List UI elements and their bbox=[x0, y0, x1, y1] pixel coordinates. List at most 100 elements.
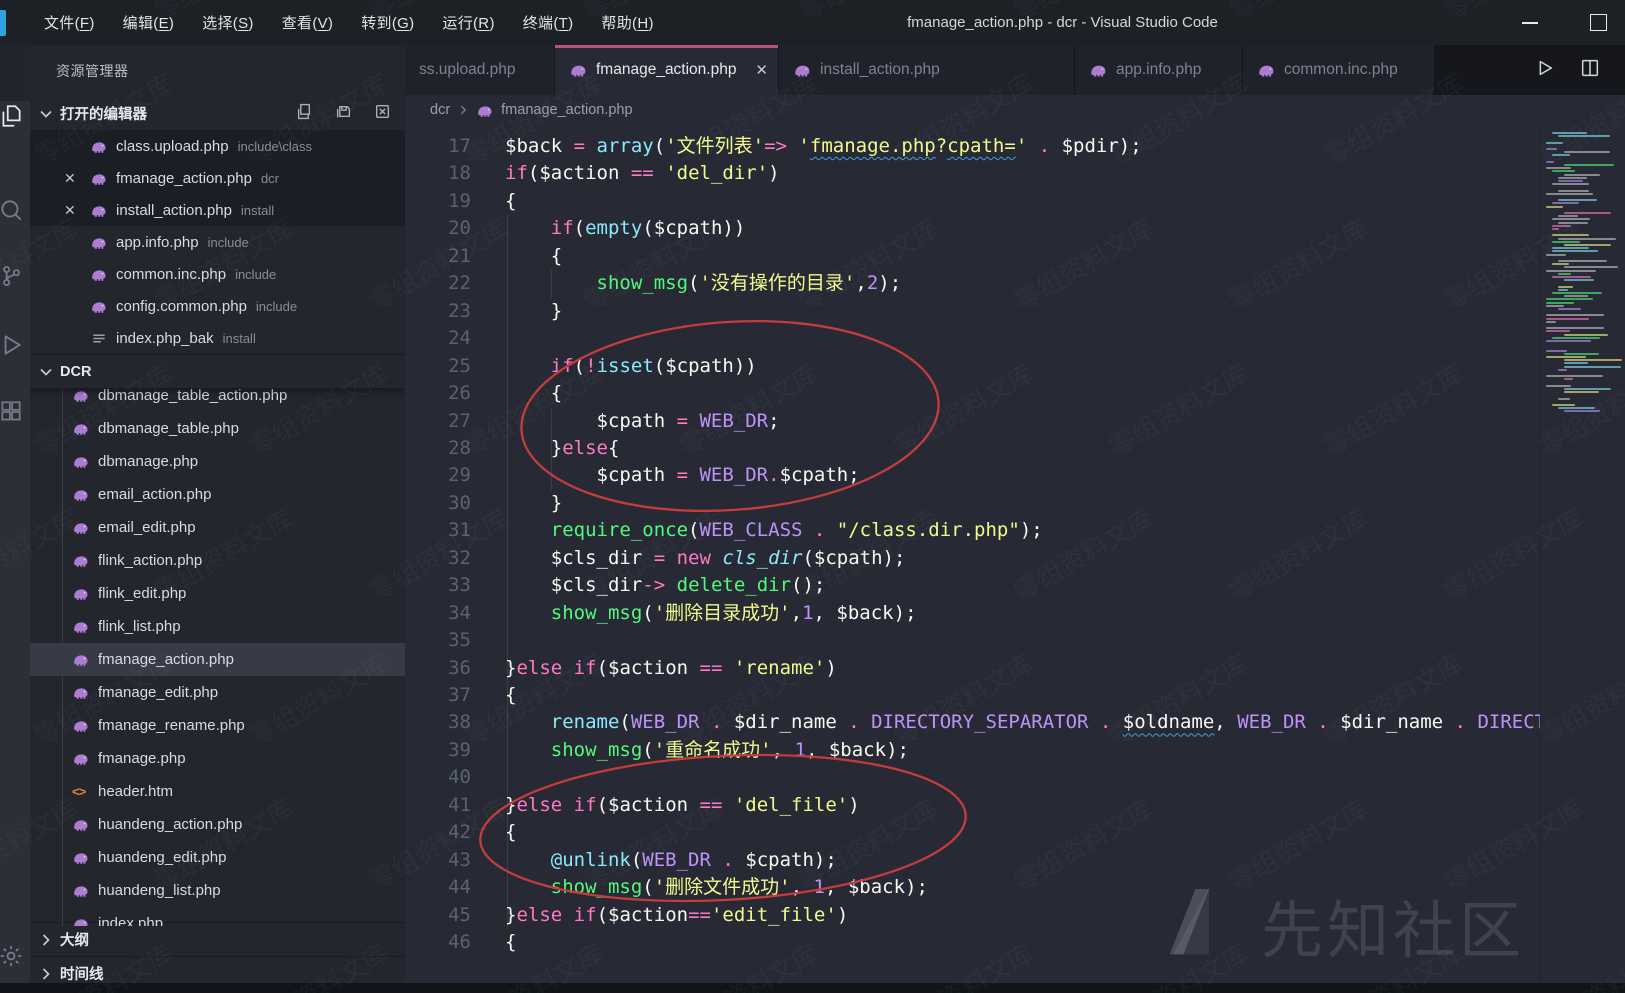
chevron-down-icon bbox=[38, 364, 54, 380]
extensions-icon[interactable] bbox=[0, 399, 30, 425]
php-file-icon bbox=[72, 388, 90, 403]
open-editor-item[interactable]: ✕fmanage_action.phpdcr bbox=[30, 162, 405, 194]
code-line-18: 18if($action == 'del_dir') bbox=[405, 160, 1625, 188]
menu-item-v[interactable]: 查看(V) bbox=[268, 6, 348, 39]
line-number: 22 bbox=[405, 270, 471, 297]
tree-item[interactable]: dbmanage_table_action.php bbox=[30, 388, 405, 412]
xianzhi-watermark-text: 先知社区 bbox=[1261, 901, 1525, 963]
menu-item-s[interactable]: 选择(S) bbox=[188, 6, 268, 39]
php-file-icon bbox=[90, 171, 108, 186]
tree-item[interactable]: fmanage_rename.php bbox=[30, 709, 405, 742]
settings-gear-icon[interactable] bbox=[0, 943, 30, 969]
minimap-line bbox=[1546, 206, 1563, 208]
tree-item[interactable]: email_edit.php bbox=[30, 511, 405, 544]
minimap-line bbox=[1546, 350, 1567, 352]
minimap-line bbox=[1564, 164, 1614, 166]
minimap-line bbox=[1546, 254, 1566, 256]
minimap-line bbox=[1546, 193, 1593, 195]
minimize-icon[interactable] bbox=[1522, 22, 1538, 24]
split-editor-icon[interactable] bbox=[1579, 57, 1601, 84]
open-editor-item[interactable]: index.php_bakinstall bbox=[30, 322, 405, 354]
tree-item[interactable]: flink_list.php bbox=[30, 610, 405, 643]
tab-fmanage_action.php[interactable]: fmanage_action.php✕ bbox=[555, 45, 779, 95]
line-number: 28 bbox=[405, 435, 471, 462]
open-editors-list: class.upload.phpinclude\class✕fmanage_ac… bbox=[30, 130, 405, 354]
close-icon[interactable]: ✕ bbox=[745, 61, 768, 79]
code-line-32: 32 $cls_dir = new cls_dir($cpath); bbox=[405, 545, 1625, 573]
tree-item[interactable]: flink_edit.php bbox=[30, 577, 405, 610]
run-debug-icon[interactable] bbox=[0, 332, 30, 358]
xianzhi-watermark: 先知社区 bbox=[1149, 877, 1525, 963]
tree-item[interactable]: index.php bbox=[30, 907, 405, 926]
tree-item[interactable]: huandeng_list.php bbox=[30, 874, 405, 907]
minimap-line bbox=[1546, 305, 1564, 307]
tab-app.info.php[interactable]: app.info.php bbox=[1075, 45, 1243, 95]
code-line-25: 25 if(!isset($cpath)) bbox=[405, 353, 1625, 381]
open-editor-item[interactable]: class.upload.phpinclude\class bbox=[30, 130, 405, 162]
php-file-icon bbox=[569, 62, 588, 78]
open-editor-item[interactable]: app.info.phpinclude bbox=[30, 226, 405, 258]
tree-item[interactable]: dbmanage.php bbox=[30, 445, 405, 478]
open-editor-item[interactable]: ✕install_action.phpinstall bbox=[30, 194, 405, 226]
breadcrumb-folder[interactable]: dcr bbox=[430, 102, 450, 118]
menu-item-h[interactable]: 帮助(H) bbox=[587, 6, 667, 39]
menu-item-f[interactable]: 文件(F) bbox=[30, 6, 109, 39]
tree-item[interactable]: flink_action.php bbox=[30, 544, 405, 577]
code-line-36: 36}else if($action == 'rename') bbox=[405, 655, 1625, 683]
line-number: 34 bbox=[405, 600, 471, 627]
minimap[interactable] bbox=[1540, 125, 1625, 993]
new-untitled-file-icon[interactable] bbox=[296, 103, 313, 124]
tree-item[interactable]: huandeng_action.php bbox=[30, 808, 405, 841]
tree-item[interactable]: fmanage_action.php bbox=[30, 643, 405, 676]
tree-item[interactable]: dbmanage_table.php bbox=[30, 412, 405, 445]
php-file-icon bbox=[72, 718, 90, 733]
minimap-line bbox=[1546, 161, 1554, 163]
open-editors-label: 打开的编辑器 bbox=[60, 103, 147, 124]
breadcrumb-file[interactable]: fmanage_action.php bbox=[501, 102, 632, 118]
code-editor[interactable]: 17$back = array('文件列表'=> 'fmanage.php?cp… bbox=[405, 125, 1625, 993]
minimap-line bbox=[1564, 266, 1618, 268]
close-icon[interactable]: ✕ bbox=[64, 170, 80, 187]
tree-item[interactable]: fmanage.php bbox=[30, 742, 405, 775]
maximize-icon[interactable] bbox=[1590, 14, 1607, 31]
outline-section-header[interactable]: 大纲 bbox=[30, 922, 405, 956]
close-all-editors-icon[interactable] bbox=[374, 103, 391, 124]
save-all-icon[interactable] bbox=[335, 103, 352, 124]
tree-item[interactable]: huandeng_edit.php bbox=[30, 841, 405, 874]
open-editors-header[interactable]: 打开的编辑器 bbox=[30, 97, 405, 130]
minimap-line bbox=[1564, 279, 1594, 281]
file-path-hint: include bbox=[256, 299, 297, 314]
run-icon[interactable] bbox=[1533, 57, 1555, 84]
project-section-header[interactable]: DCR bbox=[30, 354, 405, 388]
minimap-line bbox=[1558, 238, 1616, 240]
minimap-line bbox=[1558, 260, 1607, 262]
breadcrumb[interactable]: dcr fmanage_action.php bbox=[405, 95, 1625, 125]
open-editor-item[interactable]: config.common.phpinclude bbox=[30, 290, 405, 322]
outline-label: 大纲 bbox=[60, 929, 89, 950]
chevron-down-icon bbox=[38, 106, 54, 122]
minimap-line bbox=[1546, 298, 1593, 300]
menu-item-e[interactable]: 编辑(E) bbox=[109, 6, 189, 39]
tab-common.inc.php[interactable]: common.inc.php bbox=[1243, 45, 1435, 95]
line-number: 40 bbox=[405, 764, 471, 791]
source-control-icon[interactable] bbox=[0, 263, 30, 289]
menu-item-r[interactable]: 运行(R) bbox=[428, 6, 508, 39]
menu-item-g[interactable]: 转到(G) bbox=[347, 6, 428, 39]
tab-ss.upload.php[interactable]: ss.upload.php bbox=[405, 45, 555, 95]
php-file-icon bbox=[72, 454, 90, 469]
tree-item[interactable]: email_action.php bbox=[30, 478, 405, 511]
explorer-icon[interactable] bbox=[0, 103, 30, 129]
minimap-line bbox=[1546, 302, 1574, 304]
file-path-hint: dcr bbox=[261, 171, 279, 186]
tree-item[interactable]: fmanage_edit.php bbox=[30, 676, 405, 709]
php-file-icon bbox=[72, 685, 90, 700]
menu-item-t[interactable]: 终端(T) bbox=[509, 6, 588, 39]
search-icon[interactable] bbox=[0, 197, 30, 223]
minimap-line bbox=[1552, 202, 1579, 204]
code-line-22: 22 show_msg('没有操作的目录',2); bbox=[405, 270, 1625, 298]
minimap-line bbox=[1564, 378, 1573, 380]
tab-install_action.php[interactable]: install_action.php bbox=[779, 45, 1075, 95]
tree-item[interactable]: <>header.htm bbox=[30, 775, 405, 808]
close-icon[interactable]: ✕ bbox=[64, 202, 80, 219]
open-editor-item[interactable]: common.inc.phpinclude bbox=[30, 258, 405, 290]
